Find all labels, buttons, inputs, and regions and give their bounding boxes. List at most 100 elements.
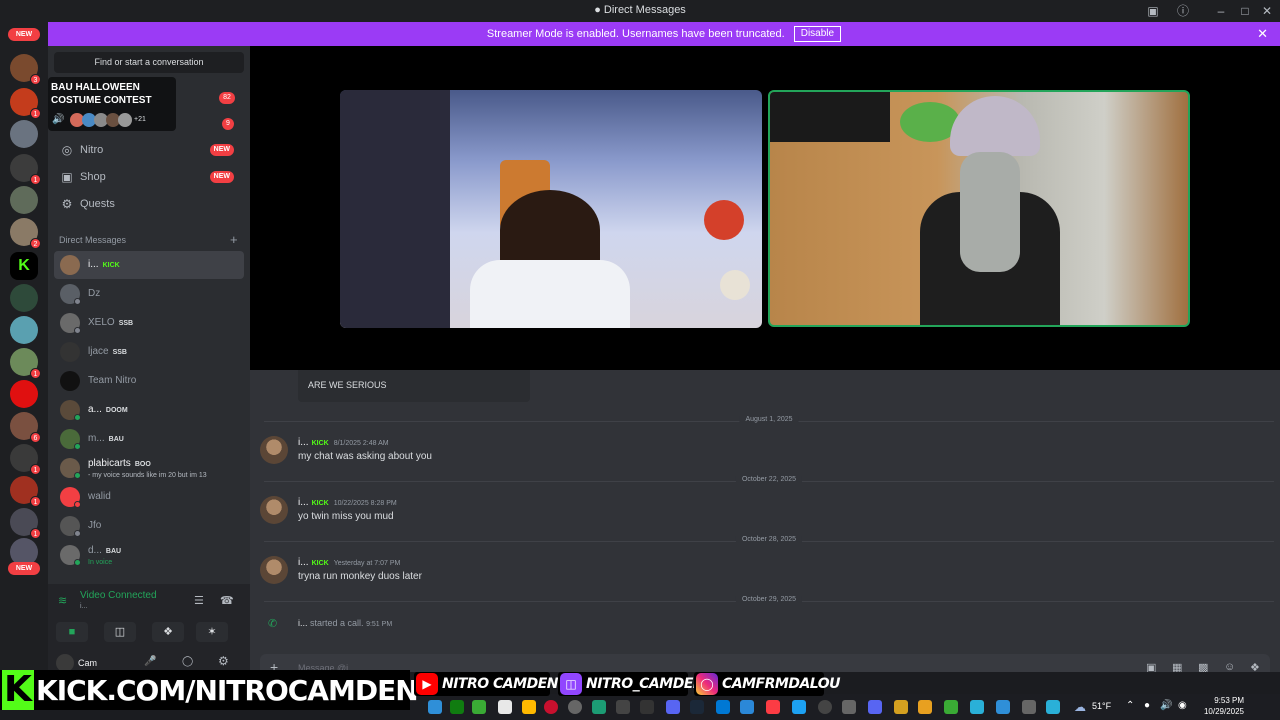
disable-streamer-mode-button[interactable]: Disable <box>793 26 842 43</box>
weather-temp[interactable]: 51°F <box>1092 701 1111 711</box>
inbox-icon[interactable]: ▣ <box>1144 2 1162 20</box>
network-icon[interactable]: ◉ <box>1178 700 1187 711</box>
server-icon[interactable]: 1 <box>10 476 41 507</box>
opera-icon[interactable] <box>544 700 558 714</box>
avatar[interactable] <box>260 496 288 524</box>
embed-card: ARE WE SERIOUS <box>298 370 530 402</box>
discord-icon[interactable] <box>666 700 680 714</box>
soundboard-button[interactable]: ✶ <box>196 622 228 642</box>
server-icon[interactable] <box>10 186 38 214</box>
app-icon[interactable] <box>818 700 832 714</box>
dm-sidebar: Find or start a conversation 82 9 ◎ Nitr… <box>48 46 250 672</box>
help-icon[interactable]: ⓘ <box>1174 2 1192 20</box>
close-banner-icon[interactable]: ✕ <box>1257 22 1268 46</box>
obs-icon[interactable] <box>568 700 582 714</box>
instagram-overlay: ◯ CAMFRMDALOU <box>694 672 840 696</box>
create-dm-icon[interactable]: + <box>230 232 238 247</box>
dm-item[interactable]: Dz <box>54 280 244 308</box>
server-rail: NEW 3 1 1 2 K 1 6 1 1 1 NEW <box>0 22 48 672</box>
dm-item[interactable]: m... BAU <box>54 425 244 453</box>
server-icon[interactable]: 1 <box>10 444 41 475</box>
video-tile-self[interactable] <box>768 90 1190 327</box>
activities-button[interactable]: ❖ <box>152 622 184 642</box>
app-icon[interactable] <box>740 700 754 714</box>
mic-tray-icon[interactable]: ● <box>1144 700 1150 711</box>
video-button[interactable]: ■ <box>56 622 88 642</box>
app-icon[interactable] <box>1022 700 1036 714</box>
xbox-icon[interactable] <box>450 700 464 714</box>
mic-icon[interactable]: 🎤 <box>144 656 156 667</box>
app-icon[interactable] <box>640 700 654 714</box>
server-icon[interactable] <box>10 284 38 312</box>
date-divider: October 22, 2025 <box>264 476 1274 483</box>
twitch-handle: NITRO_CAMDEN <box>586 676 705 692</box>
steam-icon[interactable] <box>690 700 704 714</box>
headphones-icon[interactable]: ◯ <box>182 656 193 667</box>
voice-status[interactable]: Video Connected <box>56 590 157 601</box>
avatar[interactable] <box>260 556 288 584</box>
server-icon[interactable] <box>10 380 38 408</box>
app-icon[interactable] <box>428 700 442 714</box>
tray-chevron-icon[interactable]: ⌃ <box>1126 700 1134 711</box>
message-header: i... KICK Yesterday at 7:07 PM <box>298 557 401 568</box>
server-icon[interactable]: 1 <box>10 508 41 539</box>
disconnect-icon[interactable]: ☎ <box>220 594 234 607</box>
maximize-button[interactable]: □ <box>1236 2 1254 20</box>
dm-item[interactable]: i... KICK <box>54 251 244 279</box>
message-text: tryna run monkey duos later <box>298 571 422 582</box>
app-icon[interactable] <box>996 700 1010 714</box>
server-icon[interactable]: 2 <box>10 218 41 249</box>
kick-url: KICK.COM/NITROCAMDEN <box>36 674 419 707</box>
minecraft-icon[interactable] <box>472 700 486 714</box>
noise-suppression-icon[interactable]: ☰ <box>194 594 204 607</box>
nav-nitro[interactable]: ◎ Nitro NEW <box>54 138 244 162</box>
app-icon[interactable] <box>842 700 856 714</box>
dm-item[interactable]: Jfo <box>54 512 244 540</box>
app-icon[interactable] <box>616 700 630 714</box>
server-icon[interactable] <box>10 316 38 344</box>
screenshare-button[interactable]: ◫ <box>104 622 136 642</box>
nav-shop[interactable]: ▣ Shop NEW <box>54 165 244 189</box>
dm-item[interactable]: a... DOOM <box>54 396 244 424</box>
server-icon[interactable] <box>10 120 38 148</box>
close-window-button[interactable]: ✕ <box>1258 2 1276 20</box>
taskbar-clock[interactable]: 9:53 PM 10/29/2025 <box>1204 695 1244 717</box>
server-icon[interactable]: 3 <box>10 54 41 85</box>
server-icon[interactable]: 1 <box>10 154 41 185</box>
dm-item[interactable]: ljace SSB <box>54 338 244 366</box>
dm-item[interactable]: walid <box>54 483 244 511</box>
nitro-icon: ◎ <box>61 143 73 157</box>
volume-icon[interactable]: 🔊 <box>1160 700 1172 711</box>
app-icon[interactable] <box>944 700 958 714</box>
app-icon[interactable] <box>592 700 606 714</box>
music-icon[interactable] <box>766 700 780 714</box>
dm-item[interactable]: XELO SSB <box>54 309 244 337</box>
dm-item[interactable]: Team Nitro <box>54 367 244 395</box>
app-icon[interactable] <box>716 700 730 714</box>
dm-window-icon: ● <box>594 4 604 16</box>
search-input[interactable]: Find or start a conversation <box>54 52 244 73</box>
minimize-button[interactable]: – <box>1212 2 1230 20</box>
kick-server-icon[interactable]: K <box>10 252 38 280</box>
file-icon[interactable] <box>498 700 512 714</box>
date-divider: October 28, 2025 <box>264 536 1274 543</box>
dm-item[interactable]: d... BAU In voice <box>54 541 244 569</box>
server-icon[interactable]: 1 <box>10 88 41 119</box>
app-icon[interactable] <box>918 700 932 714</box>
app-icon[interactable] <box>868 700 882 714</box>
app-icon[interactable] <box>894 700 908 714</box>
server-icon[interactable]: 1 <box>10 348 41 379</box>
server-icon[interactable]: 6 <box>10 412 41 443</box>
app-icon[interactable] <box>792 700 806 714</box>
youtube-logo-icon: ▶ <box>416 673 438 695</box>
app-icon[interactable] <box>1046 700 1060 714</box>
avatar[interactable] <box>260 436 288 464</box>
app-icon[interactable] <box>970 700 984 714</box>
folder-icon[interactable] <box>522 700 536 714</box>
message-text: yo twin miss you mud <box>298 511 394 522</box>
dm-item[interactable]: plabicarts BOO - my voice sounds like im … <box>54 454 244 482</box>
settings-gear-icon[interactable]: ⚙ <box>218 654 229 668</box>
nav-quests[interactable]: ⚙ Quests <box>54 192 244 216</box>
avatar <box>118 113 132 127</box>
video-tile-friend[interactable] <box>340 90 762 328</box>
